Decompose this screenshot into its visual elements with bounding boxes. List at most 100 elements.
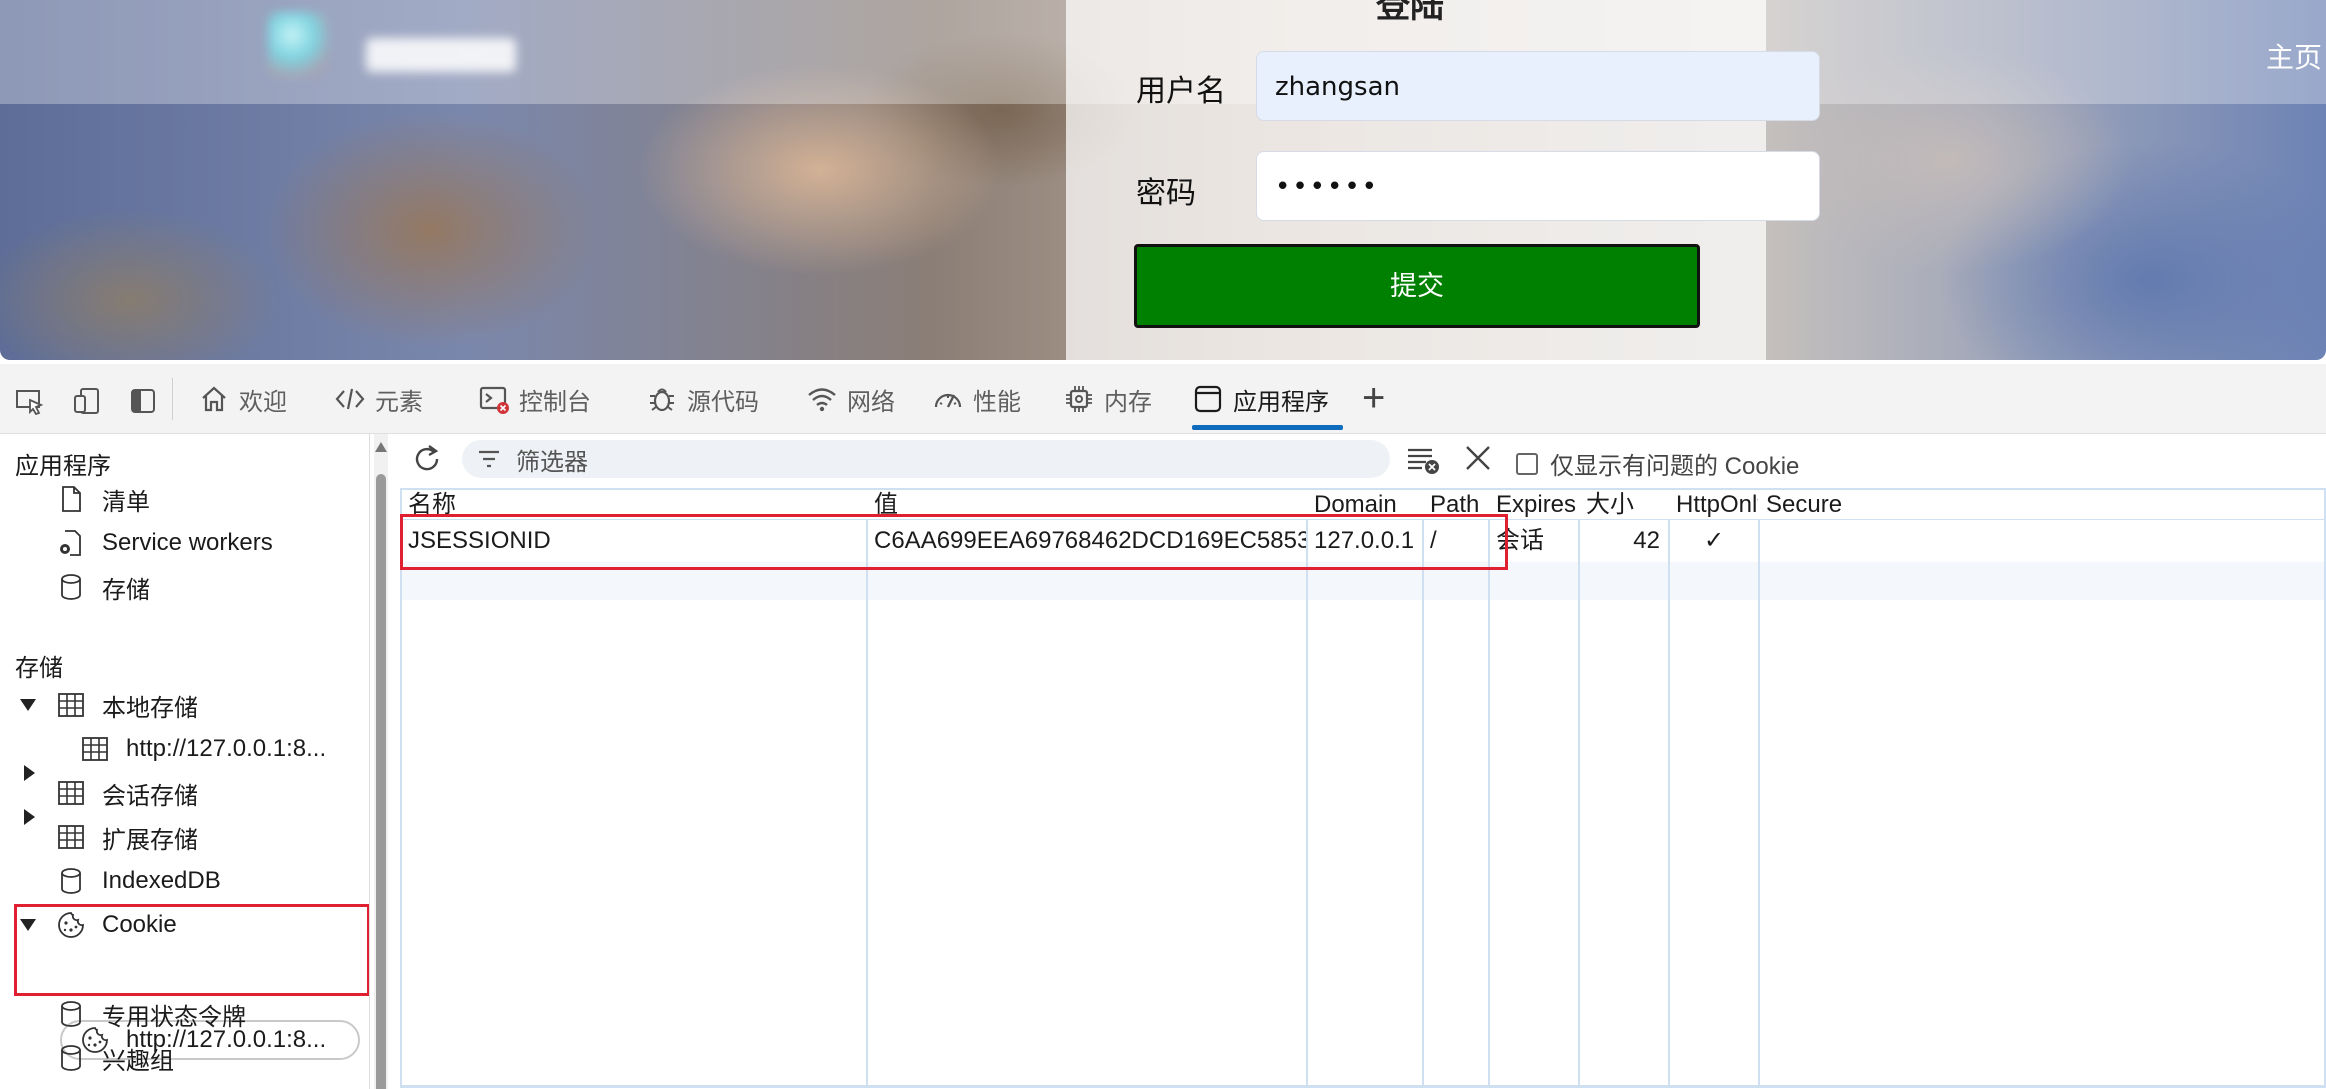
devtools-tab-bar: 欢迎 元素 控制台 源代码 网络 性能 内存 应用程序 + [0, 364, 2326, 434]
sidebar-section-application: 应用程序 [15, 453, 111, 480]
table-grid-icon [58, 693, 84, 717]
wifi-icon [808, 388, 836, 412]
tab-label: 控制台 [519, 388, 591, 416]
site-logo [258, 8, 558, 88]
table-grid-icon [58, 781, 84, 805]
web-page-viewport: 主页 登陆 用户名 zhangsan 密码 •••••• 提交 [0, 0, 2326, 360]
tab-memory[interactable]: 内存 [1063, 364, 1152, 434]
column-header-size[interactable]: 大小 [1580, 490, 1668, 520]
cookie-table: 名称 值 Domain Path Expires ... 大小 HttpOnly… [400, 488, 2326, 1088]
sidebar-item-storage-overview[interactable]: 存储 [56, 567, 150, 607]
tab-label: 源代码 [687, 388, 759, 416]
column-header-secure[interactable]: Secure [1760, 490, 1850, 520]
sidebar-item-session-storage[interactable]: 会话存储 [56, 773, 198, 813]
sidebar-section-storage: 存储 [15, 655, 63, 682]
tab-sources[interactable]: 源代码 [646, 364, 759, 434]
sidebar-item-service-workers[interactable]: Service workers [56, 523, 273, 563]
filter-input[interactable]: 筛选器 [462, 440, 1390, 478]
gauge-icon [934, 393, 962, 408]
filter-icon [479, 450, 499, 468]
tab-application[interactable]: 应用程序 [1192, 364, 1343, 434]
cell-secure [1760, 520, 1850, 562]
bug-icon [650, 388, 674, 412]
sidebar-item-label: 清单 [102, 488, 150, 516]
tab-label: 性能 [973, 388, 1021, 416]
tab-label: 网络 [847, 388, 895, 416]
tab-console[interactable]: 控制台 [478, 364, 591, 434]
column-divider[interactable] [1578, 490, 1580, 1085]
sidebar-item-local-storage-origin[interactable]: http://127.0.0.1:8... [80, 729, 326, 769]
sidebar-item-private-state-tokens[interactable]: 专用状态令牌 [56, 994, 246, 1034]
column-divider[interactable] [1306, 490, 1308, 1085]
gear-document-icon [60, 530, 81, 556]
chip-icon [1066, 386, 1092, 412]
sidebar-item-label: 存储 [102, 576, 150, 604]
cookie-row-highlight-box [400, 514, 1508, 570]
cookie-viewer: 筛选器 仅显示有问题的 Cookie 名称 值 Domain Path Expi… [394, 434, 2326, 1089]
tab-label: 内存 [1104, 388, 1152, 416]
sidebar-item-label: 本地存储 [102, 694, 198, 722]
sidebar-item-local-storage[interactable]: 本地存储 [56, 685, 198, 725]
collapse-caret-icon[interactable] [24, 809, 35, 825]
sidebar-item-interest-groups[interactable]: 兴趣组 [56, 1038, 174, 1078]
login-form: 登陆 用户名 zhangsan 密码 •••••• 提交 [1066, 0, 1820, 360]
collapse-caret-icon[interactable] [24, 765, 35, 781]
scroll-up-arrow-icon[interactable] [375, 442, 387, 452]
home-icon [202, 386, 226, 412]
password-input[interactable]: •••••• [1256, 151, 1820, 221]
username-input[interactable]: zhangsan [1256, 51, 1820, 121]
tab-performance[interactable]: 性能 [932, 364, 1021, 434]
cell-size: 42 [1633, 527, 1660, 554]
toolbar-divider [172, 378, 173, 420]
clear-all-cookies-icon[interactable] [1406, 444, 1442, 476]
inspect-element-icon[interactable] [14, 386, 44, 416]
database-icon [61, 1045, 81, 1071]
sidebar-item-label: http://127.0.0.1:8... [126, 735, 327, 762]
table-grid-icon [58, 825, 84, 849]
column-divider[interactable] [1488, 490, 1490, 1085]
tab-label: 欢迎 [239, 388, 287, 416]
sidebar-item-indexeddb[interactable]: IndexedDB [56, 861, 221, 901]
username-label: 用户名 [1136, 75, 1226, 108]
application-sidebar: 应用程序 清单 Service workers 存储 存储 本地存储 http:… [0, 434, 370, 1089]
tab-label: 元素 [375, 388, 423, 416]
table-grid-icon [82, 737, 108, 761]
column-divider[interactable] [1422, 490, 1424, 1085]
login-title: 登陆 [1376, 0, 1444, 25]
console-icon [479, 386, 509, 414]
add-tool-button[interactable]: + [1362, 378, 1385, 418]
expand-caret-icon[interactable] [20, 699, 36, 711]
cookie-highlight-box [14, 904, 369, 996]
column-divider[interactable] [1668, 490, 1670, 1085]
tab-network[interactable]: 网络 [806, 364, 895, 434]
sidebar-item-label: 扩展存储 [102, 826, 198, 854]
cell-httponly: ✓ [1703, 527, 1725, 554]
column-divider[interactable] [866, 490, 868, 1085]
tab-elements[interactable]: 元素 [334, 364, 423, 434]
sidebar-item-label: 兴趣组 [102, 1047, 174, 1075]
checkbox-box[interactable] [1516, 452, 1538, 475]
tab-welcome[interactable]: 欢迎 [198, 364, 287, 434]
delete-selected-icon[interactable] [1462, 442, 1494, 474]
dock-side-icon[interactable] [128, 386, 158, 416]
device-emulation-icon[interactable] [72, 386, 102, 416]
sidebar-item-extension-storage[interactable]: 扩展存储 [56, 817, 198, 857]
column-header-httponly[interactable]: HttpOnly [1670, 490, 1758, 520]
scrollbar-thumb[interactable] [376, 474, 386, 1089]
sidebar-scrollbar[interactable] [374, 434, 388, 1089]
app-window-icon [1194, 385, 1222, 413]
database-icon [61, 1001, 81, 1027]
nav-home-link[interactable]: 主页 [2266, 36, 2326, 76]
sidebar-item-label: 专用状态令牌 [102, 1003, 246, 1031]
sidebar-item-label: Service workers [102, 529, 273, 556]
devtools-panel: 欢迎 元素 控制台 源代码 网络 性能 内存 应用程序 + 应用程序 清单 Se… [0, 364, 2326, 1089]
code-brackets-icon [335, 388, 365, 410]
filter-placeholder: 筛选器 [516, 448, 588, 476]
issues-only-label: 仅显示有问题的 Cookie [1550, 453, 1800, 480]
sidebar-item-manifest[interactable]: 清单 [56, 479, 150, 519]
issues-only-checkbox[interactable]: 仅显示有问题的 Cookie [1516, 446, 1799, 481]
sidebar-item-label: 会话存储 [102, 782, 198, 810]
refresh-icon[interactable] [410, 442, 444, 476]
submit-button[interactable]: 提交 [1134, 244, 1700, 328]
column-divider[interactable] [1758, 490, 1760, 1085]
